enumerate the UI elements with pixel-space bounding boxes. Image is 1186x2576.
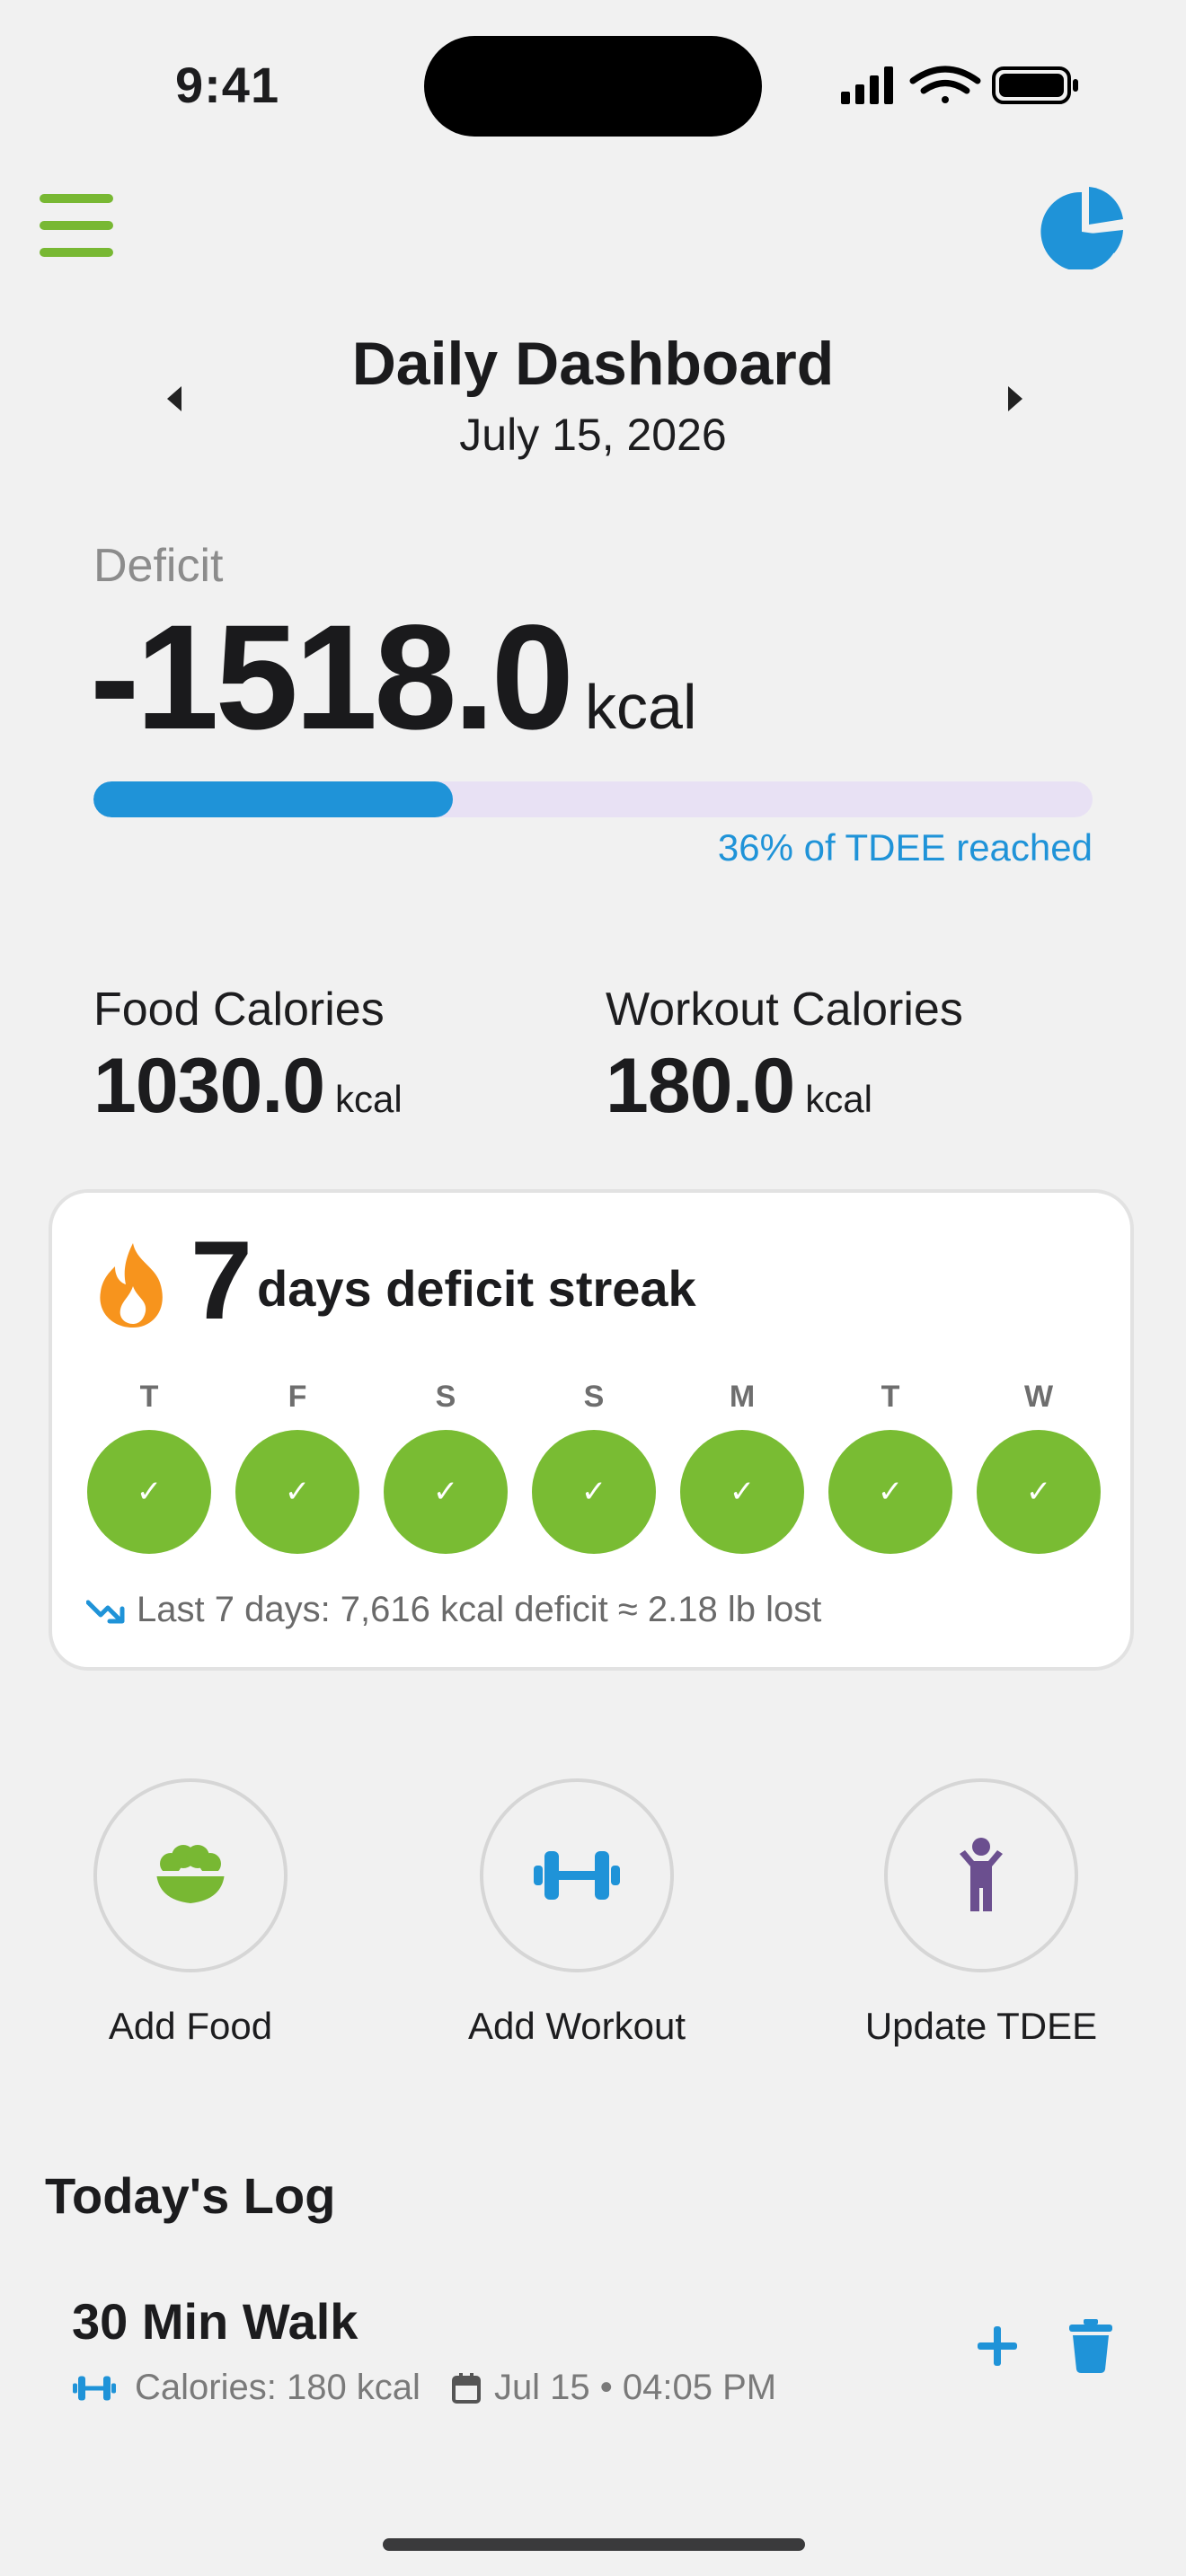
- signal-icon: [841, 66, 893, 104]
- day-complete-badge: ✓: [384, 1430, 508, 1554]
- check-icon: ✓: [877, 1475, 904, 1509]
- day-complete-badge: ✓: [680, 1430, 804, 1554]
- tdee-progress-text: 36% of TDEE reached: [717, 826, 1093, 869]
- check-icon: ✓: [729, 1475, 756, 1509]
- day-complete-badge: ✓: [235, 1430, 359, 1554]
- streak-summary-text: Last 7 days: 7,616 kcal deficit ≈ 2.18 l…: [137, 1590, 822, 1629]
- day-letter: W: [1023, 1380, 1054, 1414]
- workout-calories: Workout Calories 180.0 kcal: [606, 983, 963, 1131]
- check-icon: ✓: [1025, 1475, 1052, 1509]
- workout-calories-value: 180.0: [606, 1043, 795, 1129]
- add-workout-label: Add Workout: [467, 2005, 686, 2047]
- day-letter: M: [729, 1380, 756, 1414]
- trash-icon: [1069, 2319, 1112, 2373]
- add-food-label: Add Food: [108, 2005, 273, 2047]
- streak-day: F ✓: [235, 1380, 360, 1554]
- check-icon: ✓: [580, 1475, 607, 1509]
- trending-down-icon: [86, 1600, 125, 1623]
- food-calories-value: 1030.0: [93, 1043, 325, 1129]
- streak-text: days deficit streak: [257, 1260, 696, 1317]
- page-title: Daily Dashboard: [351, 330, 835, 398]
- day-letter: T: [139, 1380, 159, 1414]
- streak-day: S ✓: [531, 1380, 657, 1554]
- deficit-unit: kcal: [585, 672, 697, 742]
- battery-icon: [992, 66, 1078, 104]
- check-icon: ✓: [284, 1475, 311, 1509]
- log-item-datetime: Jul 15 • 04:05 PM: [493, 2368, 777, 2407]
- bowl-icon: [153, 1845, 228, 1903]
- current-date: July 15, 2026: [459, 410, 727, 460]
- tdee-progress-fill: [93, 781, 454, 817]
- hamburger-icon: [40, 194, 113, 203]
- dumbbell-icon: [534, 1851, 620, 1900]
- log-section-title: Today's Log: [45, 2167, 336, 2224]
- deficit-value: -1518.0: [90, 595, 574, 761]
- deficit-label: Deficit: [93, 540, 224, 592]
- day-letter: T: [881, 1380, 900, 1414]
- add-food-button[interactable]: Add Food: [56, 1778, 325, 2048]
- day-letter: S: [435, 1380, 456, 1414]
- food-calories-unit: kcal: [335, 1078, 403, 1120]
- streak-day: T ✓: [86, 1380, 212, 1554]
- streak-summary: Last 7 days: 7,616 kcal deficit ≈ 2.18 l…: [86, 1590, 821, 1630]
- food-calories-label: Food Calories: [93, 984, 385, 1036]
- streak-day: T ✓: [828, 1380, 953, 1554]
- update-tdee-button[interactable]: Update TDEE: [846, 1778, 1116, 2048]
- calendar-icon: [451, 2372, 481, 2404]
- log-item-meta: Calories: 180 kcal Jul 15 • 04:05 PM: [72, 2368, 776, 2408]
- menu-button[interactable]: [40, 194, 113, 257]
- add-log-entry-button[interactable]: [974, 2323, 1021, 2369]
- day-complete-badge: ✓: [828, 1430, 952, 1554]
- log-item-calories: Calories: 180 kcal: [135, 2368, 420, 2407]
- chevron-right-icon: [1008, 386, 1022, 411]
- status-icons: [841, 66, 1078, 104]
- streak-day: W ✓: [976, 1380, 1102, 1554]
- day-complete-badge: ✓: [532, 1430, 656, 1554]
- food-calories: Food Calories 1030.0 kcal: [93, 983, 403, 1131]
- chevron-left-icon: [167, 386, 181, 411]
- next-day-button[interactable]: [996, 381, 1031, 417]
- dumbbell-icon: [73, 2376, 116, 2400]
- stats-button[interactable]: [1040, 187, 1123, 269]
- pie-chart-icon: [1040, 187, 1123, 269]
- streak-count: 7: [190, 1219, 252, 1343]
- plus-icon: [978, 2326, 1017, 2366]
- check-icon: ✓: [136, 1475, 163, 1509]
- workout-calories-label: Workout Calories: [606, 984, 963, 1036]
- add-workout-button[interactable]: Add Workout: [442, 1778, 712, 2048]
- previous-day-button[interactable]: [158, 381, 194, 417]
- streak-day: M ✓: [679, 1380, 805, 1554]
- person-icon: [960, 1838, 1003, 1911]
- workout-calories-unit: kcal: [805, 1078, 872, 1120]
- home-indicator: [383, 2538, 805, 2551]
- delete-log-entry-button[interactable]: [1067, 2319, 1114, 2373]
- log-item-name: 30 Min Walk: [72, 2293, 358, 2350]
- flame-icon: [100, 1243, 163, 1328]
- deficit-display: -1518.0 kcal: [90, 593, 697, 763]
- status-time: 9:41: [175, 57, 280, 113]
- tdee-progress-bar: [93, 781, 1093, 817]
- day-letter: S: [583, 1380, 605, 1414]
- day-complete-badge: ✓: [87, 1430, 211, 1554]
- day-complete-badge: ✓: [977, 1430, 1101, 1554]
- update-tdee-label: Update TDEE: [864, 2005, 1098, 2047]
- streak-days: T ✓ F ✓ S ✓ S ✓ M ✓ T ✓ W ✓: [86, 1380, 1102, 1554]
- wifi-icon: [909, 66, 981, 103]
- day-letter: F: [288, 1380, 307, 1414]
- streak-day: S ✓: [383, 1380, 509, 1554]
- check-icon: ✓: [432, 1475, 459, 1509]
- dynamic-island: [424, 36, 762, 137]
